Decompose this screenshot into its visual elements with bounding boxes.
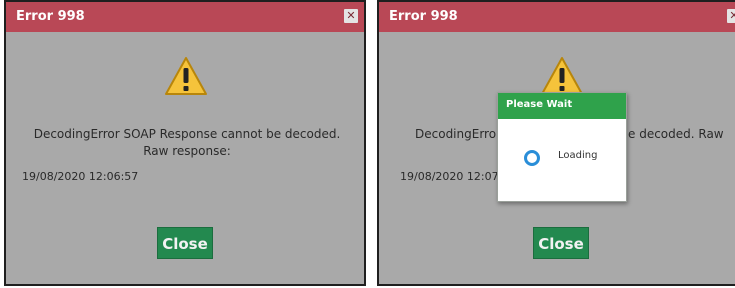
close-x-icon[interactable]: ✕	[344, 9, 358, 23]
loading-text: Loading	[558, 150, 598, 161]
dialog-title-bar: Error 998 ✕	[6, 2, 364, 32]
wait-title: Please Wait	[506, 99, 573, 110]
close-button[interactable]: Close	[157, 227, 213, 259]
error-timestamp: 19/08/2020 12:06:57	[22, 170, 139, 183]
close-button[interactable]: Close	[533, 227, 589, 259]
error-timestamp: 19/08/2020 12:07:1	[400, 170, 510, 183]
error-message: DecodingError SOAP Response cannot be de…	[33, 127, 341, 158]
warning-triangle-icon	[541, 57, 583, 95]
close-x-icon[interactable]: ✕	[727, 9, 735, 23]
error-dialog: Error 998 ✕ DecodingError SOAP Response …	[4, 0, 366, 286]
spinner-icon	[524, 150, 540, 166]
warning-triangle-icon	[165, 57, 207, 95]
dialog-title-bar: Error 998 ✕	[379, 2, 735, 32]
error-message-right: e decoded. Raw	[628, 127, 724, 141]
wait-title-bar: Please Wait	[498, 93, 626, 119]
dialog-title: Error 998	[389, 9, 458, 24]
dialog-title: Error 998	[16, 9, 85, 24]
please-wait-dialog: Please Wait Loading	[497, 92, 627, 202]
